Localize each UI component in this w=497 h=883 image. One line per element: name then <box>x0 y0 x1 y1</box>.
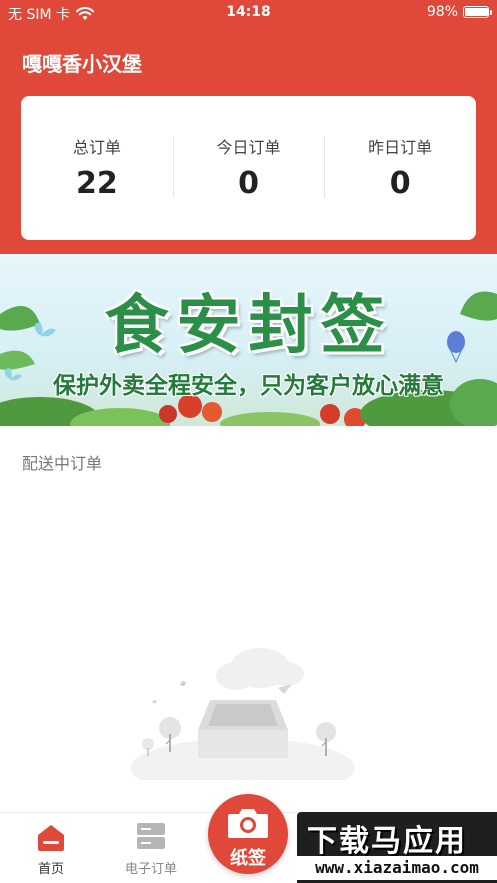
battery-percent: 98% <box>426 4 458 20</box>
status-time: 14:18 <box>226 4 271 20</box>
home-icon <box>38 825 64 851</box>
battery-icon <box>463 6 492 18</box>
stat-today-orders[interactable]: 今日订单 0 <box>172 96 325 240</box>
shop-name: 嘎嘎香小汉堡 <box>22 52 142 76</box>
stat-total-orders[interactable]: 总订单 22 <box>21 96 173 240</box>
watermark-logo: 下载马应用 www.xiazaimao.com <box>297 812 497 883</box>
food-safety-banner[interactable]: 食安封签 保护外卖全程安全，只为客户放心满意 <box>0 254 497 426</box>
stat-label: 总订单 <box>72 138 121 157</box>
section-title-delivering: 配送中订单 <box>22 454 103 473</box>
watermark-title: 下载马应用 <box>307 824 467 859</box>
stat-label: 昨日订单 <box>368 138 433 157</box>
status-right: 98% <box>426 4 492 20</box>
server-icon <box>137 823 165 849</box>
paper-label-button-text: 纸签 <box>230 848 266 869</box>
tab-home-label: 首页 <box>37 862 64 877</box>
stat-label: 今日订单 <box>216 138 281 157</box>
stats-card: 总订单 22 今日订单 0 昨日订单 0 <box>21 96 476 240</box>
tab-home[interactable]: 首页 <box>6 813 96 883</box>
camera-icon <box>228 809 268 838</box>
stat-value: 0 <box>389 166 411 201</box>
tab-electronic-orders[interactable]: 电子订单 <box>106 813 196 883</box>
banner-subtitle: 保护外卖全程安全，只为客户放心满意 <box>53 373 444 399</box>
paper-label-button[interactable]: 纸签 <box>208 794 288 874</box>
banner-title: 食安封签 <box>104 289 393 363</box>
stat-yesterday-orders[interactable]: 昨日订单 0 <box>324 96 476 240</box>
watermark-url: www.xiazaimao.com <box>297 856 497 880</box>
tab-electronic-orders-label: 电子订单 <box>124 862 177 877</box>
header: 嘎嘎香小汉堡 总订单 22 今日订单 0 昨日订单 0 <box>0 26 497 254</box>
stat-value: 0 <box>238 166 259 201</box>
stat-value: 22 <box>75 166 118 201</box>
status-bar: 无 SIM 卡 14:18 98% <box>0 0 497 26</box>
empty-box-illustration <box>131 648 355 780</box>
